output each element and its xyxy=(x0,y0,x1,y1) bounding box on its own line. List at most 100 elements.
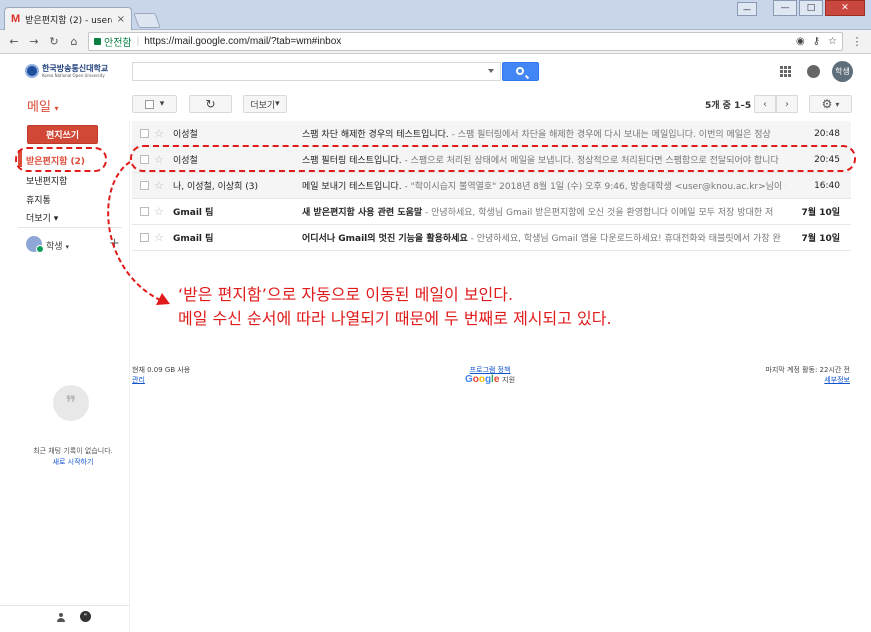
chevron-down-icon: ▾ xyxy=(275,99,280,109)
support-label: 지원 xyxy=(502,376,516,384)
row-checkbox[interactable] xyxy=(140,207,149,216)
annotation-line-2: 메일 수신 순서에 따라 나열되기 때문에 두 번째로 제시되고 있다. xyxy=(178,309,612,328)
mail-app-switcher[interactable]: 메일 ▾ xyxy=(27,96,59,115)
details-link[interactable]: 세부정보 xyxy=(765,375,850,385)
key-icon[interactable]: ⚷ xyxy=(813,36,820,47)
notifications-icon[interactable] xyxy=(807,65,820,78)
forward-arrow-icon[interactable]: → xyxy=(28,35,40,48)
mail-date: 7월 10일 xyxy=(801,208,840,218)
chevron-down-icon: ▾ xyxy=(65,243,69,251)
star-icon[interactable]: ☆ xyxy=(154,179,164,192)
account-avatar[interactable]: 학생 xyxy=(832,61,853,82)
back-arrow-icon[interactable]: ← xyxy=(8,35,20,48)
address-bar[interactable]: 안전함 | https://mail.google.com/mail/?tab=… xyxy=(88,32,843,51)
pager-label: 5개 중 1–5 xyxy=(705,101,752,111)
new-chat-plus-icon[interactable]: + xyxy=(109,236,120,251)
eye-icon[interactable]: ◉ xyxy=(796,36,805,47)
search-input[interactable] xyxy=(132,62,501,81)
chat-empty-state: 최근 채팅 기록이 없습니다. 새로 시작하기 xyxy=(22,446,124,468)
tab-close-icon[interactable]: × xyxy=(117,14,125,25)
mail-row[interactable]: ☆ Gmail 팀 어디서나 Gmail의 멋진 기능을 활용하세요 - 안녕하세요… xyxy=(132,225,851,251)
tab-title: 받은편지함 (2) - user@k xyxy=(25,15,111,26)
browser-menu-icon[interactable]: ⋮ xyxy=(851,35,863,48)
mail-sender: 나, 이성철, 이상희 (3) xyxy=(173,182,259,192)
secure-indicator[interactable]: 안전함 xyxy=(94,34,132,49)
annotation-line-1: ‘받은 편지함’으로 자동으로 이동된 메일이 보인다. xyxy=(178,285,514,304)
chevron-down-icon: ▾ xyxy=(54,104,59,113)
star-icon[interactable]: ☆ xyxy=(154,231,164,244)
gear-icon: ⚙ xyxy=(821,97,833,111)
browser-toolbar: ← → ↻ ⌂ 안전함 | https://mail.google.com/ma… xyxy=(0,30,871,54)
logo-text: 한국방송통신대학교 Korea National Open University xyxy=(42,64,108,78)
mail-label: 메일 xyxy=(27,99,51,114)
pager-count: 5개 중 1–5 xyxy=(705,98,751,111)
chevron-down-icon: ▾ xyxy=(159,99,165,109)
mail-content: 새 받은편지함 사용 관련 도움말 - 안녕하세요, 학생님 Gmail 받은편… xyxy=(302,205,786,218)
minimize-button[interactable]: — xyxy=(773,0,797,16)
new-tab-button[interactable] xyxy=(133,13,161,28)
annotation-caption: ‘받은 편지함’으로 자동으로 이동된 메일이 보인다. 메일 수신 순서에 따… xyxy=(178,283,612,331)
last-activity-text: 마지막 계정 활동: 22시간 전 xyxy=(765,366,850,374)
mail-sender: Gmail 팀 xyxy=(173,208,214,218)
start-new-chat-link[interactable]: 새로 시작하기 xyxy=(22,457,124,468)
browser-user-button[interactable]: — xyxy=(737,2,757,16)
maximize-button[interactable]: □ xyxy=(799,0,823,16)
close-window-button[interactable]: ✕ xyxy=(825,0,865,16)
secure-label: 안전함 xyxy=(104,38,132,49)
star-icon[interactable]: ☆ xyxy=(154,127,164,140)
home-icon[interactable]: ⌂ xyxy=(68,35,80,48)
sidebar-item-more[interactable]: 더보기 ▾ xyxy=(26,211,58,224)
hangouts-user-menu[interactable]: 학생 ▾ xyxy=(46,239,69,252)
row-checkbox[interactable] xyxy=(140,129,149,138)
search-button[interactable] xyxy=(502,62,539,81)
sidebar-divider xyxy=(18,227,122,228)
compose-button[interactable]: 편지쓰기 xyxy=(27,125,98,144)
manage-storage-link[interactable]: 관리 xyxy=(132,375,190,385)
more-label: 더보기 xyxy=(250,100,276,111)
browser-titlebar: M 받은편지함 (2) - user@k × — — □ ✕ xyxy=(0,0,871,30)
sidebar-item-trash[interactable]: 휴지통 xyxy=(26,193,51,206)
mail-snippet: - "학이시습지 불역열호" 2018년 8월 1일 (수) 오후 9:46, … xyxy=(401,182,786,192)
chevron-right-icon: › xyxy=(785,98,789,110)
bookmark-star-icon[interactable]: ☆ xyxy=(828,36,837,47)
apps-grid-icon[interactable] xyxy=(780,66,791,77)
mail-snippet: - 스팸 필터링에서 차단을 해제한 경우에 다시 보내는 메일입니다. 이번의… xyxy=(448,130,771,140)
mail-row[interactable]: ☆ 이성철 스팸 차단 해제한 경우의 테스트입니다. - 스팸 필터링에서 차단을… xyxy=(132,121,851,147)
mail-row[interactable]: ☆ Gmail 팀 새 받은편지함 사용 관련 도움말 - 안녕하세요, 학생님 G… xyxy=(132,199,851,225)
next-page-button[interactable]: › xyxy=(776,95,798,113)
sidebar-border xyxy=(129,121,130,632)
logo-subtitle: Korea National Open University xyxy=(42,72,105,78)
university-logo[interactable]: 한국방송통신대학교 Korea National Open University xyxy=(25,63,117,79)
more-button[interactable]: 더보기 ▾ xyxy=(243,95,287,113)
mail-content: 스팸 차단 해제한 경우의 테스트입니다. - 스팸 필터링에서 차단을 해제한… xyxy=(302,127,786,140)
browser-tab[interactable]: M 받은편지함 (2) - user@k × xyxy=(4,7,132,30)
refresh-button[interactable]: ↻ xyxy=(189,95,232,113)
person-icon[interactable] xyxy=(57,613,65,622)
select-checkbox[interactable] xyxy=(144,99,154,109)
hangouts-user-name: 학생 xyxy=(46,242,63,252)
annotation-row-highlight xyxy=(130,145,856,172)
hangouts-icon[interactable]: " xyxy=(80,611,91,622)
storage-usage: 현재 0.09 GB 사용 관리 xyxy=(132,365,190,385)
mail-subject: 새 받은편지함 사용 관련 도움말 xyxy=(302,208,423,218)
mail-sender: Gmail 팀 xyxy=(173,234,214,244)
select-all-button[interactable]: ▾ xyxy=(132,95,177,113)
mail-subject: 메일 보내기 테스트입니다. xyxy=(302,182,402,192)
mail-date: 20:48 xyxy=(814,128,840,139)
mail-snippet: - 안녕하세요, 학생님 Gmail 앱을 다운로드하세요! 휴대전화와 태블릿… xyxy=(467,234,781,244)
row-checkbox[interactable] xyxy=(140,233,149,242)
row-checkbox[interactable] xyxy=(140,181,149,190)
prev-page-button[interactable]: ‹ xyxy=(754,95,776,113)
mail-row[interactable]: ☆ 나, 이성철, 이상희 (3) 메일 보내기 테스트입니다. - "학이시습지 … xyxy=(132,173,851,199)
lock-icon xyxy=(94,38,101,45)
hangouts-user-avatar[interactable] xyxy=(26,236,44,253)
url-text[interactable]: https://mail.google.com/mail/?tab=wm#inb… xyxy=(144,36,791,47)
reload-icon[interactable]: ↻ xyxy=(48,35,60,48)
search-options-caret-icon[interactable] xyxy=(488,69,494,73)
google-support[interactable]: Google 지원 xyxy=(460,375,520,385)
star-icon[interactable]: ☆ xyxy=(154,205,164,218)
sidebar-item-sent[interactable]: 보낸편지함 xyxy=(26,174,67,187)
mail-subject: 어디서나 Gmail의 멋진 기능을 활용하세요 xyxy=(302,234,468,244)
settings-button[interactable]: ⚙ ▾ xyxy=(809,95,852,113)
last-activity: 마지막 계정 활동: 22시간 전 세부정보 xyxy=(765,365,850,385)
